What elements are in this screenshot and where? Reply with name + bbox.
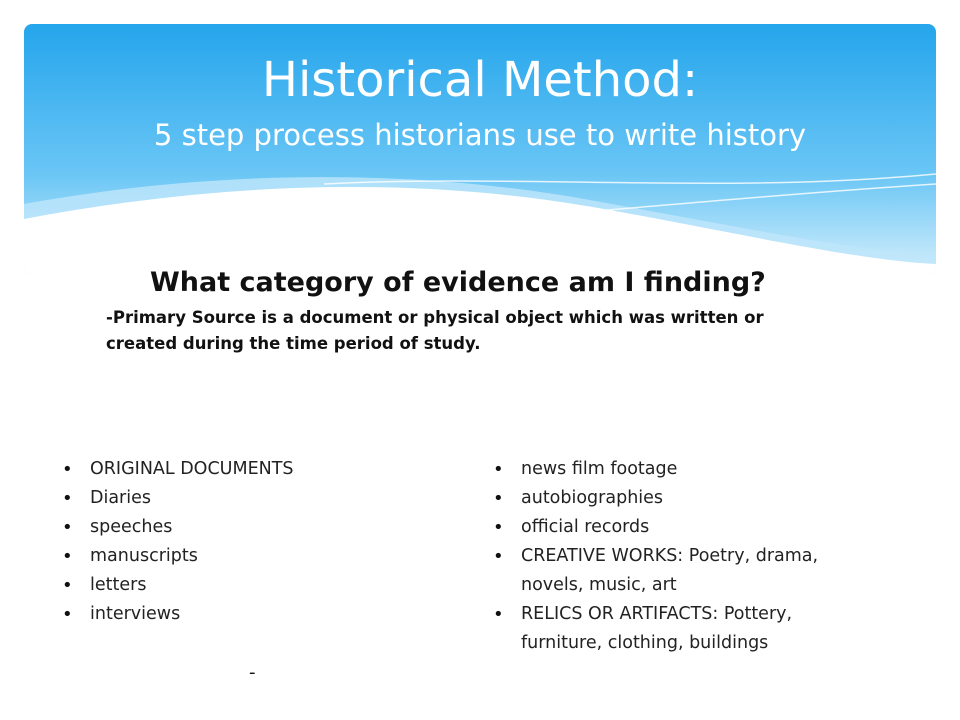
trailing-dash: - [249, 662, 256, 683]
page-title: Historical Method: [261, 52, 699, 108]
list-item: letters [62, 571, 422, 600]
list-item: CREATIVE WORKS: Poetry, drama, novels, m… [493, 542, 833, 600]
left-evidence-list: ORIGINAL DOCUMENTS Diaries speeches manu… [62, 455, 422, 629]
right-evidence-list: news film footage autobiographies offici… [493, 455, 833, 658]
list-item: ORIGINAL DOCUMENTS [62, 455, 422, 484]
page-subtitle: 5 step process historians use to write h… [153, 118, 807, 152]
list-item: autobiographies [493, 484, 833, 513]
title-banner: Historical Method: 5 step process histor… [24, 24, 936, 274]
list-item: official records [493, 513, 833, 542]
list-item: interviews [62, 600, 422, 629]
list-item: speeches [62, 513, 422, 542]
section-question: What category of evidence am I finding? [150, 267, 766, 298]
list-item: manuscripts [62, 542, 422, 571]
list-item: RELICS OR ARTIFACTS: Pottery, furniture,… [493, 600, 833, 658]
list-item: Diaries [62, 484, 422, 513]
list-item: news film footage [493, 455, 833, 484]
primary-source-definition: -Primary Source is a document or physica… [106, 308, 764, 353]
